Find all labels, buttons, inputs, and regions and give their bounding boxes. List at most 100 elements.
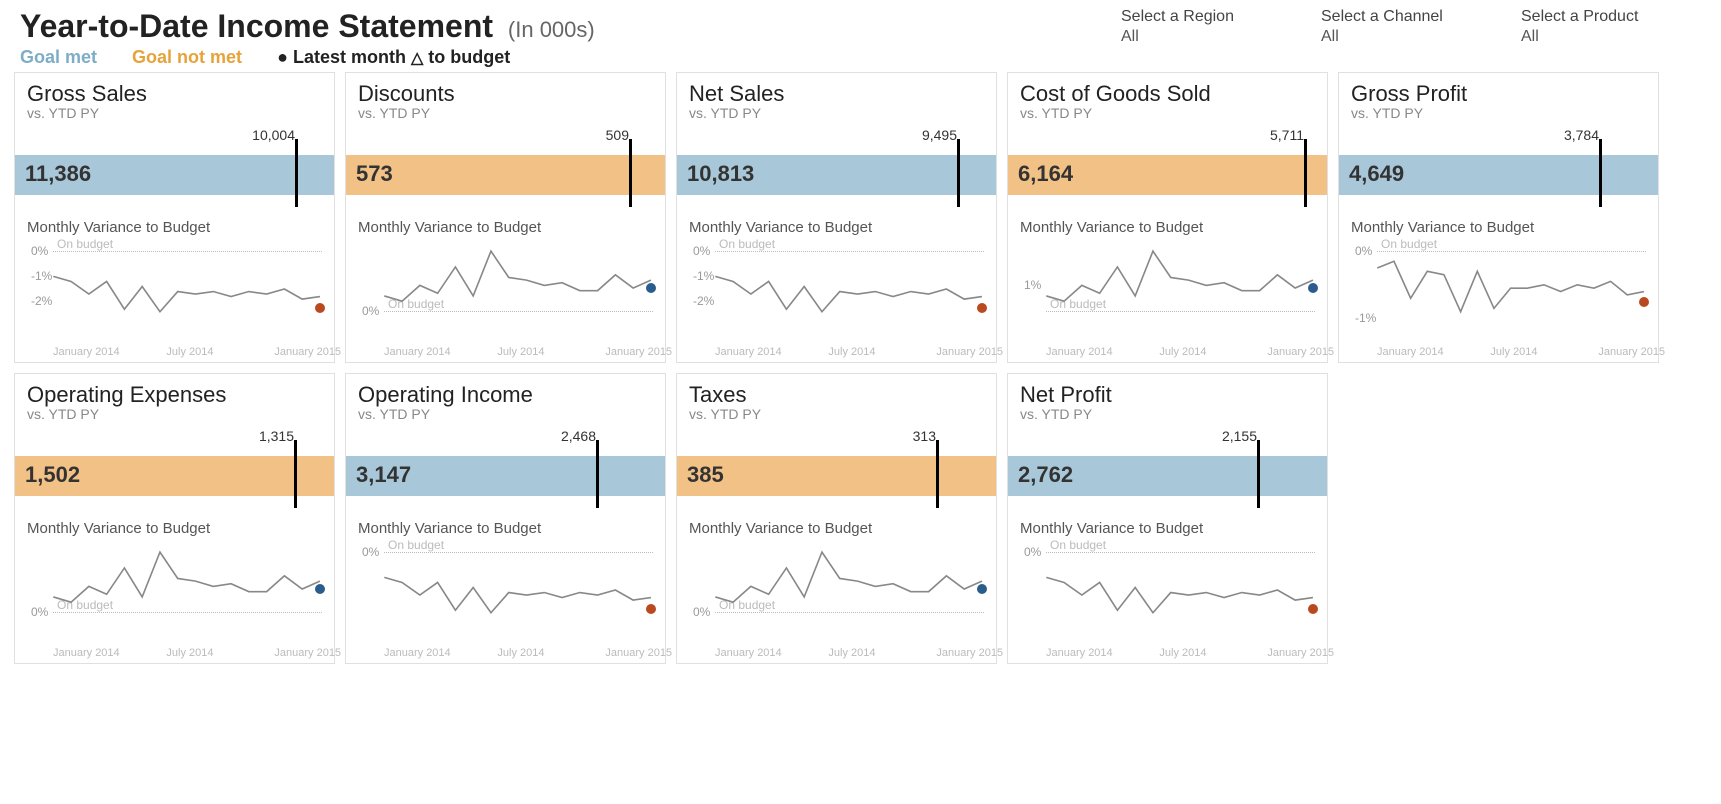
actual-value: 10,813 xyxy=(687,161,754,187)
filter-label: Select a Region xyxy=(1121,8,1261,26)
metric-title: Operating Income xyxy=(358,382,653,408)
actual-value: 3,147 xyxy=(356,462,411,488)
target-value: 1,315 xyxy=(259,428,294,444)
target-marker xyxy=(1257,440,1260,508)
bullet-chart[interactable]: 509573 xyxy=(346,127,665,213)
x-tick: January 2014 xyxy=(715,346,782,358)
metric-subtitle: vs. YTD PY xyxy=(27,105,322,121)
x-tick: January 2014 xyxy=(53,647,120,659)
sparkline-chart[interactable]: 0%On budgetJanuary 2014July 2014January … xyxy=(23,539,326,659)
actual-value: 6,164 xyxy=(1018,161,1073,187)
target-marker xyxy=(629,139,632,207)
target-value: 2,468 xyxy=(561,428,596,444)
card-discounts[interactable]: Discountsvs. YTD PY509573Monthly Varianc… xyxy=(345,72,666,363)
filter-label: Select a Channel xyxy=(1321,8,1461,26)
sparkline-chart[interactable]: 0%On budgetJanuary 2014July 2014January … xyxy=(354,539,657,659)
filter-2[interactable]: Select a Product All xyxy=(1521,8,1661,46)
x-tick: January 2015 xyxy=(936,647,1003,659)
sparkline-path xyxy=(715,552,982,602)
variance-title: Monthly Variance to Budget xyxy=(346,213,665,238)
x-tick: July 2014 xyxy=(828,647,875,659)
card-gross_profit[interactable]: Gross Profitvs. YTD PY 3,7844,649Monthly … xyxy=(1338,72,1659,363)
metric-title: Gross Profit xyxy=(1351,81,1646,107)
latest-point-icon xyxy=(1308,283,1318,293)
x-tick: January 2015 xyxy=(274,647,341,659)
bullet-chart[interactable]: 5,7116,164 xyxy=(1008,127,1327,213)
x-tick: July 2014 xyxy=(1159,346,1206,358)
card-net_profit[interactable]: Net Profitvs. YTD PY2,1552,762Monthly Va… xyxy=(1007,373,1328,664)
page-title: Year-to-Date Income Statement xyxy=(20,8,493,44)
sparkline-chart[interactable]: 0%On budgetJanuary 2014July 2014January … xyxy=(354,238,657,358)
filter-1[interactable]: Select a Channel All xyxy=(1321,8,1461,46)
latest-point-icon xyxy=(1308,604,1318,614)
latest-point-icon xyxy=(315,584,325,594)
variance-title: Monthly Variance to Budget xyxy=(1339,213,1658,238)
metric-subtitle: vs. YTD PY xyxy=(689,406,984,422)
filters: Select a RegionAllSelect a ChannelAllSel… xyxy=(1121,8,1701,46)
x-tick: January 2015 xyxy=(605,647,672,659)
metric-subtitle: vs. YTD PY xyxy=(1351,105,1646,121)
actual-bar xyxy=(346,155,665,195)
metric-title: Cost of Goods Sold xyxy=(1020,81,1315,107)
target-value: 3,784 xyxy=(1564,127,1599,143)
filter-value[interactable]: All xyxy=(1121,28,1261,46)
filter-0[interactable]: Select a Region All xyxy=(1121,8,1261,46)
target-value: 9,495 xyxy=(922,127,957,143)
sparkline-path xyxy=(53,276,320,311)
x-tick: January 2014 xyxy=(1046,647,1113,659)
bullet-chart[interactable]: 3,7844,649 xyxy=(1339,127,1658,213)
sparkline-chart[interactable]: 0%On budget-1%-2%January 2014July 2014Ja… xyxy=(23,238,326,358)
bullet-chart[interactable]: 1,3151,502 xyxy=(15,428,334,514)
card-gross_sales[interactable]: Gross Salesvs. YTD PY10,00411,386Monthly… xyxy=(14,72,335,363)
metric-subtitle: vs. YTD PY xyxy=(358,105,653,121)
target-marker xyxy=(294,440,297,508)
metric-title: Net Profit xyxy=(1020,382,1315,408)
x-tick: July 2014 xyxy=(166,346,213,358)
bullet-chart[interactable]: 2,468 3,147 xyxy=(346,428,665,514)
sparkline-chart[interactable]: 0%On budgetJanuary 2014July 2014January … xyxy=(1016,539,1319,659)
bullet-chart[interactable]: 313385 xyxy=(677,428,996,514)
x-tick: January 2015 xyxy=(936,346,1003,358)
x-tick: July 2014 xyxy=(1490,346,1537,358)
metric-subtitle: vs. YTD PY xyxy=(358,406,653,422)
target-marker xyxy=(1599,139,1602,207)
metric-subtitle: vs. YTD PY xyxy=(27,406,322,422)
bullet-chart[interactable]: 9,495 10,813 xyxy=(677,127,996,213)
sparkline-chart[interactable]: 0%On budget-1%-2%January 2014July 2014Ja… xyxy=(685,238,988,358)
x-tick: January 2014 xyxy=(384,346,451,358)
card-cogs[interactable]: Cost of Goods Soldvs. YTD PY5,7116,164Mo… xyxy=(1007,72,1328,363)
metric-title: Operating Expenses xyxy=(27,382,322,408)
card-taxes[interactable]: Taxesvs. YTD PY313385Monthly Variance to… xyxy=(676,373,997,664)
actual-bar xyxy=(677,456,996,496)
filter-value[interactable]: All xyxy=(1321,28,1461,46)
bullet-chart[interactable]: 10,00411,386 xyxy=(15,127,334,213)
x-tick: January 2014 xyxy=(1377,346,1444,358)
x-tick: January 2014 xyxy=(715,647,782,659)
variance-title: Monthly Variance to Budget xyxy=(677,514,996,539)
actual-value: 11,386 xyxy=(25,161,91,187)
x-tick: July 2014 xyxy=(497,346,544,358)
sparkline-chart[interactable]: 0%On budget-1%January 2014July 2014Janua… xyxy=(1347,238,1650,358)
card-opex[interactable]: Operating Expensesvs. YTD PY1,3151,502Mo… xyxy=(14,373,335,664)
card-net_sales[interactable]: Net Salesvs. YTD PY9,49510,813Monthly Va… xyxy=(676,72,997,363)
page-title-units: (In 000s) xyxy=(508,17,595,42)
target-marker xyxy=(295,139,298,207)
filter-label: Select a Product xyxy=(1521,8,1661,26)
sparkline-chart[interactable]: 0%On budgetJanuary 2014July 2014January … xyxy=(685,539,988,659)
target-marker xyxy=(936,440,939,508)
sparkline-chart[interactable]: On budget1%January 2014July 2014January … xyxy=(1016,238,1319,358)
filter-value[interactable]: All xyxy=(1521,28,1661,46)
card-op_income[interactable]: Operating Incomevs. YTD PY 2,468 3,147 Mont… xyxy=(345,373,666,664)
sparkline-path xyxy=(384,251,651,301)
bullet-chart[interactable]: 2,1552,762 xyxy=(1008,428,1327,514)
latest-point-icon xyxy=(977,303,987,313)
metric-subtitle: vs. YTD PY xyxy=(689,105,984,121)
x-tick: January 2015 xyxy=(1267,346,1334,358)
x-tick: January 2014 xyxy=(1046,346,1113,358)
x-tick: January 2015 xyxy=(274,346,341,358)
target-value: 509 xyxy=(606,127,629,143)
sparkline-path xyxy=(1046,577,1313,612)
actual-value: 2,762 xyxy=(1018,462,1073,488)
legend-goal-not-met: Goal not met xyxy=(132,47,242,67)
variance-title: Monthly Variance to Budget xyxy=(346,514,665,539)
